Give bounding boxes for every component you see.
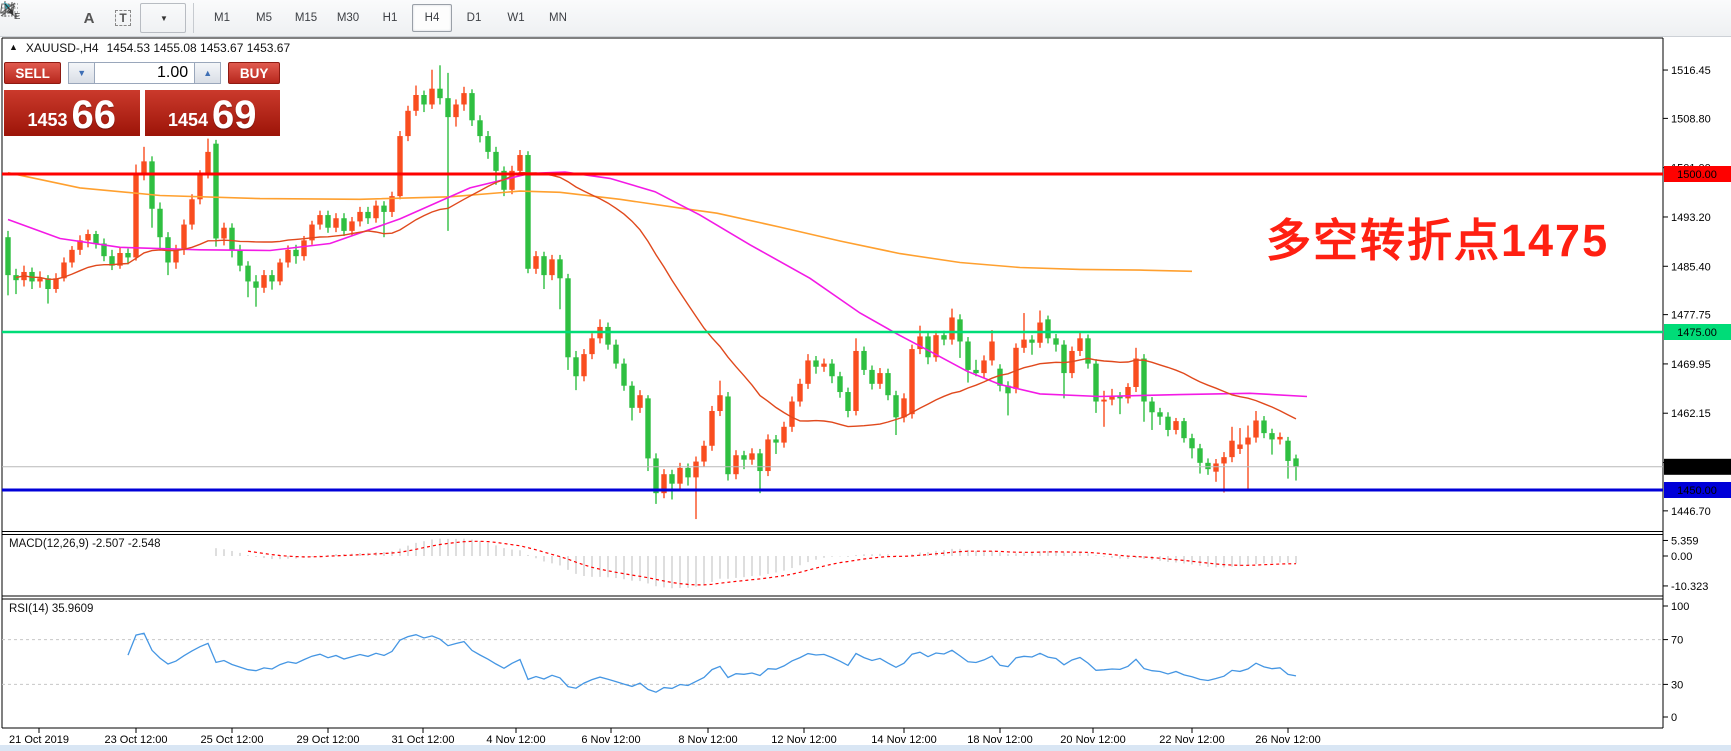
svg-text:1446.70: 1446.70 bbox=[1671, 506, 1711, 518]
buy-button[interactable]: BUY bbox=[228, 62, 280, 84]
svg-text:1475.00: 1475.00 bbox=[1677, 327, 1717, 339]
timeframe-button-m15[interactable]: M15 bbox=[286, 4, 326, 32]
chart-header: ▲ XAUUSD-,H4 1454.53 1455.08 1453.67 145… bbox=[9, 41, 290, 55]
text-label-icon[interactable]: A bbox=[72, 3, 106, 33]
sell-price-big: 66 bbox=[72, 97, 117, 133]
volume-decrease-button[interactable]: ▼ bbox=[68, 62, 95, 84]
timeframe-button-h4[interactable]: H4 bbox=[412, 4, 452, 32]
buy-price-big: 69 bbox=[212, 97, 257, 133]
timeframe-button-mn[interactable]: MN bbox=[538, 4, 578, 32]
svg-text:1450.00: 1450.00 bbox=[1677, 485, 1717, 497]
text-box-icon[interactable]: T bbox=[106, 3, 140, 33]
ohlc-values: 1454.53 1455.08 1453.67 1453.67 bbox=[107, 41, 291, 55]
timeframe-group: M1M5M15M30H1H4D1W1MN bbox=[197, 0, 583, 36]
trade-prices-row: 1453 66 1454 69 bbox=[4, 90, 280, 136]
one-click-trading-panel: SELL ▼ 1.00 ▲ BUY 1453 66 1454 69 bbox=[4, 62, 280, 136]
toolbar-icon-group: E F A T ▼ bbox=[0, 0, 190, 36]
volume-stepper: ▼ 1.00 ▲ bbox=[68, 62, 221, 84]
timeframe-button-m1[interactable]: M1 bbox=[202, 4, 242, 32]
moving-averages bbox=[8, 172, 1307, 427]
macd-indicator-label: MACD(12,26,9) -2.507 -2.548 bbox=[9, 538, 161, 550]
buy-price-box[interactable]: 1454 69 bbox=[145, 90, 281, 136]
svg-text:1508.80: 1508.80 bbox=[1671, 113, 1711, 125]
symbol-title: XAUUSD-,H4 bbox=[26, 41, 99, 55]
window-status-strip bbox=[0, 745, 1731, 751]
svg-text:1453.67: 1453.67 bbox=[1677, 462, 1717, 474]
timeframe-button-m30[interactable]: M30 bbox=[328, 4, 368, 32]
arrow-down-icon: ▼ bbox=[77, 68, 86, 78]
toolbar: E F A T ▼ M1M5M15M3 bbox=[0, 0, 1731, 37]
arrows-glyph bbox=[0, 0, 20, 18]
volume-increase-button[interactable]: ▲ bbox=[194, 62, 221, 84]
svg-text:0: 0 bbox=[1671, 712, 1677, 724]
arrow-up-icon: ▲ bbox=[203, 68, 212, 78]
triangle-up-icon: ▲ bbox=[9, 42, 18, 52]
chevron-down-icon: ▼ bbox=[160, 14, 168, 23]
sell-price-small: 1453 bbox=[27, 111, 67, 129]
svg-text:1477.75: 1477.75 bbox=[1671, 310, 1711, 322]
svg-text:1469.95: 1469.95 bbox=[1671, 359, 1711, 371]
letter-a-glyph: A bbox=[84, 10, 95, 27]
svg-text:1500.00: 1500.00 bbox=[1677, 169, 1717, 181]
svg-text:1493.20: 1493.20 bbox=[1671, 212, 1711, 224]
letter-t-glyph: T bbox=[115, 10, 130, 26]
svg-text:0.00: 0.00 bbox=[1671, 551, 1692, 563]
toolbar-separator bbox=[193, 3, 194, 33]
timeframe-button-m5[interactable]: M5 bbox=[244, 4, 284, 32]
svg-text:5.359: 5.359 bbox=[1671, 535, 1699, 547]
timeframe-button-h1[interactable]: H1 bbox=[370, 4, 410, 32]
svg-text:100: 100 bbox=[1671, 601, 1689, 613]
macd-panel bbox=[216, 539, 1296, 589]
svg-text:70: 70 bbox=[1671, 635, 1683, 647]
svg-text:-10.323: -10.323 bbox=[1671, 581, 1708, 593]
svg-text:30: 30 bbox=[1671, 679, 1683, 691]
trade-buttons-row: SELL ▼ 1.00 ▲ BUY bbox=[4, 62, 280, 84]
sell-button[interactable]: SELL bbox=[4, 62, 61, 84]
grid-icon[interactable]: F bbox=[38, 3, 72, 33]
rsi-panel bbox=[2, 633, 1663, 692]
svg-text:1462.15: 1462.15 bbox=[1671, 408, 1711, 420]
price-axis: 1516.451508.801501.001493.201485.401477.… bbox=[1663, 65, 1731, 518]
chart-annotation-text: 多空转折点1475 bbox=[1266, 204, 1609, 269]
timeframe-button-w1[interactable]: W1 bbox=[496, 4, 536, 32]
cursor-mode-icon[interactable]: ▼ bbox=[140, 3, 186, 33]
rsi-indicator-label: RSI(14) 35.9609 bbox=[9, 603, 93, 615]
svg-text:1516.45: 1516.45 bbox=[1671, 65, 1711, 77]
macd-axis: 5.359 0.00 -10.323 bbox=[1663, 535, 1708, 592]
timeframe-button-d1[interactable]: D1 bbox=[454, 4, 494, 32]
rsi-axis: 100 70 30 0 bbox=[1663, 601, 1689, 724]
svg-text:1485.40: 1485.40 bbox=[1671, 261, 1711, 273]
buy-price-small: 1454 bbox=[168, 111, 208, 129]
date-axis: 21 Oct 201923 Oct 12:0025 Oct 12:0029 Oc… bbox=[9, 728, 1321, 746]
volume-input[interactable]: 1.00 bbox=[95, 62, 194, 84]
sell-price-box[interactable]: 1453 66 bbox=[4, 90, 140, 136]
